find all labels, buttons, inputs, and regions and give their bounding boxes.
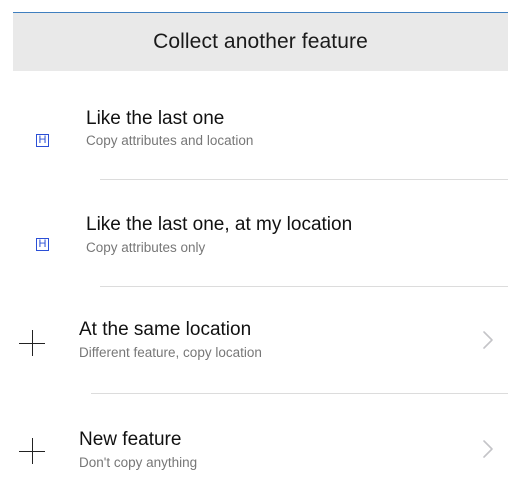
option-title: At the same location: [79, 319, 252, 340]
option-subtitle: Don't copy anything: [79, 455, 198, 470]
option-at-same-location[interactable]: At the same location Different feature, …: [13, 312, 508, 392]
option-new-feature[interactable]: New feature Don't copy anything: [13, 418, 508, 498]
panel-header: Collect another feature: [13, 13, 508, 71]
h-box-icon: H: [36, 134, 49, 147]
option-like-last-one[interactable]: H Like the last one Copy attributes and …: [13, 100, 508, 180]
plus-icon: [19, 330, 45, 356]
divider: [100, 179, 508, 180]
option-subtitle: Different feature, copy location: [79, 345, 262, 360]
chevron-right-icon: [483, 440, 493, 458]
option-subtitle: Copy attributes and location: [86, 133, 254, 148]
option-title: New feature: [79, 429, 182, 450]
option-title: Like the last one: [86, 108, 225, 129]
h-box-icon: H: [36, 238, 49, 251]
option-title: Like the last one, at my location: [86, 214, 353, 235]
panel-title: Collect another feature: [153, 30, 368, 53]
option-like-last-at-my-location[interactable]: H Like the last one, at my location Copy…: [13, 205, 508, 285]
plus-icon: [19, 438, 45, 464]
option-subtitle: Copy attributes only: [86, 240, 206, 255]
chevron-right-icon: [483, 331, 493, 349]
divider: [91, 393, 508, 394]
divider: [100, 286, 508, 287]
collect-feature-panel: Collect another feature H Like the last …: [13, 12, 508, 494]
